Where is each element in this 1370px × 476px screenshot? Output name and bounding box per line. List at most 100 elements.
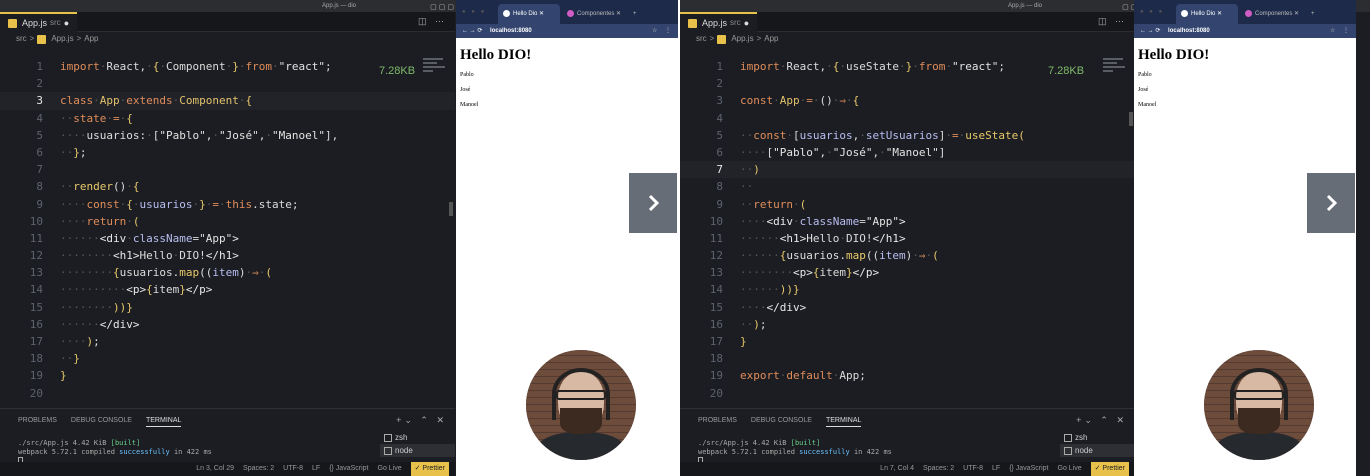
new-tab-button[interactable]: + — [628, 4, 637, 24]
editor-tabbar: App.js src ● ◫ ⋯ — [0, 12, 455, 32]
tab-problems[interactable]: PROBLEMS — [18, 417, 57, 427]
code-line[interactable]: 11 ······<div·className="App"> — [0, 230, 455, 247]
status-encoding[interactable]: UTF-8 — [963, 462, 983, 476]
browser-toolbar-icons[interactable]: ☆ ⋮ — [652, 24, 674, 38]
code-line[interactable]: 8 ·· — [680, 178, 1135, 195]
line-number: 18 — [709, 352, 723, 366]
code-line[interactable]: 3 class·App·extends·Component·{ — [0, 92, 455, 110]
tab-terminal[interactable]: TERMINAL — [825, 417, 862, 427]
status-language[interactable]: {} JavaScript — [1009, 462, 1048, 476]
panel-controls[interactable]: +⌄ ⌃ ✕ — [1076, 415, 1127, 426]
tab-app-js[interactable]: App.js src ● — [0, 12, 78, 32]
code-line[interactable]: 20 — [680, 385, 1135, 402]
scrollbar[interactable] — [449, 202, 453, 216]
code-text: ··); — [740, 317, 767, 331]
code-text: ····return·( — [60, 214, 140, 228]
status-prettier[interactable]: ✓ Prettier — [410, 462, 449, 476]
code-line[interactable]: 6 ··}; — [0, 144, 455, 161]
browser-tab-componentes[interactable]: Componentes ✕ — [1240, 4, 1300, 24]
status-eol[interactable]: LF — [992, 462, 1000, 476]
address-bar[interactable]: ← → ⟳ localhost:8080 ☆ ⋮ — [456, 24, 678, 38]
code-line[interactable]: 12 ········<h1>Hello·DIO!</h1> — [0, 247, 455, 264]
code-line[interactable]: 6 ····["Pablo",·"José",·"Manoel"] — [680, 144, 1135, 161]
code-line[interactable]: 4 — [680, 110, 1135, 127]
tab-app-js[interactable]: App.js src ● — [680, 12, 758, 32]
shell-zsh[interactable]: zsh — [1060, 431, 1135, 444]
shell-node[interactable]: node — [1060, 444, 1135, 457]
code-line[interactable]: 20 — [0, 385, 455, 402]
url-text[interactable]: localhost:8080 — [490, 28, 532, 34]
browser-toolbar-icons[interactable]: ☆ ⋮ — [1330, 24, 1352, 38]
code-line[interactable]: 11 ······<h1>Hello·DIO!</h1> — [680, 230, 1135, 247]
code-line[interactable]: 14 ······))} — [680, 281, 1135, 298]
tab-debug-console[interactable]: DEBUG CONSOLE — [751, 417, 812, 427]
code-line[interactable]: 10 ····return·( — [0, 213, 455, 230]
line-number: 2 — [36, 77, 43, 91]
code-line[interactable]: 9 ··return·( — [680, 196, 1135, 213]
next-slide-button[interactable] — [629, 173, 677, 233]
code-line[interactable]: 5 ····usuarios:·["Pablo",·"José",·"Manoel… — [0, 127, 455, 144]
code-line[interactable]: 13 ········<p>{item}</p> — [680, 264, 1135, 281]
code-line[interactable]: 12 ······{usuarios.map((item)·⇒·( — [680, 247, 1135, 264]
code-line[interactable]: 7 — [0, 161, 455, 178]
status-indent[interactable]: Spaces: 2 — [243, 462, 274, 476]
code-line[interactable]: 9 ····const·{·usuarios·}·=·this.state; — [0, 196, 455, 213]
status-cursor-pos[interactable]: Ln 7, Col 4 — [880, 462, 914, 476]
line-number: 4 — [36, 111, 43, 125]
status-indent[interactable]: Spaces: 2 — [923, 462, 954, 476]
status-encoding[interactable]: UTF-8 — [283, 462, 303, 476]
code-line[interactable]: 18 — [680, 350, 1135, 367]
line-number: 8 — [36, 180, 43, 194]
next-slide-button[interactable] — [1307, 173, 1355, 233]
shell-zsh[interactable]: zsh — [380, 431, 455, 444]
code-area[interactable]: 1 import·React,·{·useState·}·from·"react"… — [680, 58, 1135, 408]
code-text: ··} — [60, 352, 80, 366]
browser-tab-componentes[interactable]: Componentes ✕ — [562, 4, 622, 24]
code-line[interactable]: 17} — [680, 333, 1135, 350]
code-area[interactable]: 1 import·React,·{·Component·}·from·"react… — [0, 58, 455, 408]
tab-debug-console[interactable]: DEBUG CONSOLE — [71, 417, 132, 427]
address-bar[interactable]: ← → ⟳ localhost:8080 ☆ ⋮ — [1134, 24, 1356, 38]
code-line[interactable]: 4 ··state·=·{ — [0, 110, 455, 127]
line-number: 19 — [29, 369, 43, 383]
code-line[interactable]: 16 ······</div> — [0, 316, 455, 333]
split-editor-icon[interactable]: ◫ ⋯ — [1098, 16, 1127, 27]
minimap[interactable] — [1103, 56, 1127, 96]
code-line[interactable]: 16 ··); — [680, 316, 1135, 333]
new-tab-button[interactable]: + — [1306, 4, 1315, 24]
tab-terminal[interactable]: TERMINAL — [145, 417, 182, 427]
browser-tab-hello[interactable]: Hello Dio ✕ — [498, 4, 560, 24]
split-editor-icon[interactable]: ◫ ⋯ — [418, 16, 447, 27]
code-line[interactable]: 10 ····<div·className="App"> — [680, 213, 1135, 230]
code-line[interactable]: 19} — [0, 367, 455, 384]
code-line[interactable]: 15 ····</div> — [680, 299, 1135, 316]
status-prettier[interactable]: ✓ Prettier — [1090, 462, 1129, 476]
status-cursor-pos[interactable]: Ln 3, Col 29 — [196, 462, 234, 476]
code-text: ······<h1>Hello·DIO!</h1> — [740, 231, 906, 245]
code-line[interactable]: 8 ··render()·{ — [0, 178, 455, 195]
scrollbar[interactable] — [1129, 112, 1133, 126]
code-line[interactable]: 17 ····); — [0, 333, 455, 350]
traffic-lights[interactable]: ● ● ● — [1140, 9, 1164, 15]
code-line[interactable]: 14 ··········<p>{item}</p> — [0, 281, 455, 298]
code-line[interactable]: 2 — [0, 75, 455, 92]
code-line[interactable]: 2 — [680, 75, 1135, 92]
panel-controls[interactable]: +⌄ ⌃ ✕ — [396, 415, 447, 426]
traffic-lights[interactable]: ● ● ● — [462, 9, 486, 15]
code-line[interactable]: 13 ········{usuarios.map((item)·⇒·( — [0, 264, 455, 281]
shell-node[interactable]: node — [380, 444, 455, 457]
status-go-live[interactable]: Go Live — [378, 462, 402, 476]
code-line[interactable]: 18 ··} — [0, 350, 455, 367]
status-eol[interactable]: LF — [312, 462, 320, 476]
status-language[interactable]: {} JavaScript — [329, 462, 368, 476]
tab-problems[interactable]: PROBLEMS — [698, 417, 737, 427]
code-line[interactable]: 5 ··const·[usuarios,·setUsuarios]·=·useSt… — [680, 127, 1135, 144]
code-line[interactable]: 19 export·default·App; — [680, 367, 1135, 384]
browser-tab-hello[interactable]: Hello Dio ✕ — [1176, 4, 1238, 24]
url-text[interactable]: localhost:8080 — [1168, 28, 1210, 34]
code-line[interactable]: 7 ··) — [680, 161, 1135, 179]
status-go-live[interactable]: Go Live — [1058, 462, 1082, 476]
code-line[interactable]: 15 ········))} — [0, 299, 455, 316]
minimap[interactable] — [423, 56, 447, 96]
code-line[interactable]: 3 const·App·=·()·⇒·{ — [680, 92, 1135, 109]
